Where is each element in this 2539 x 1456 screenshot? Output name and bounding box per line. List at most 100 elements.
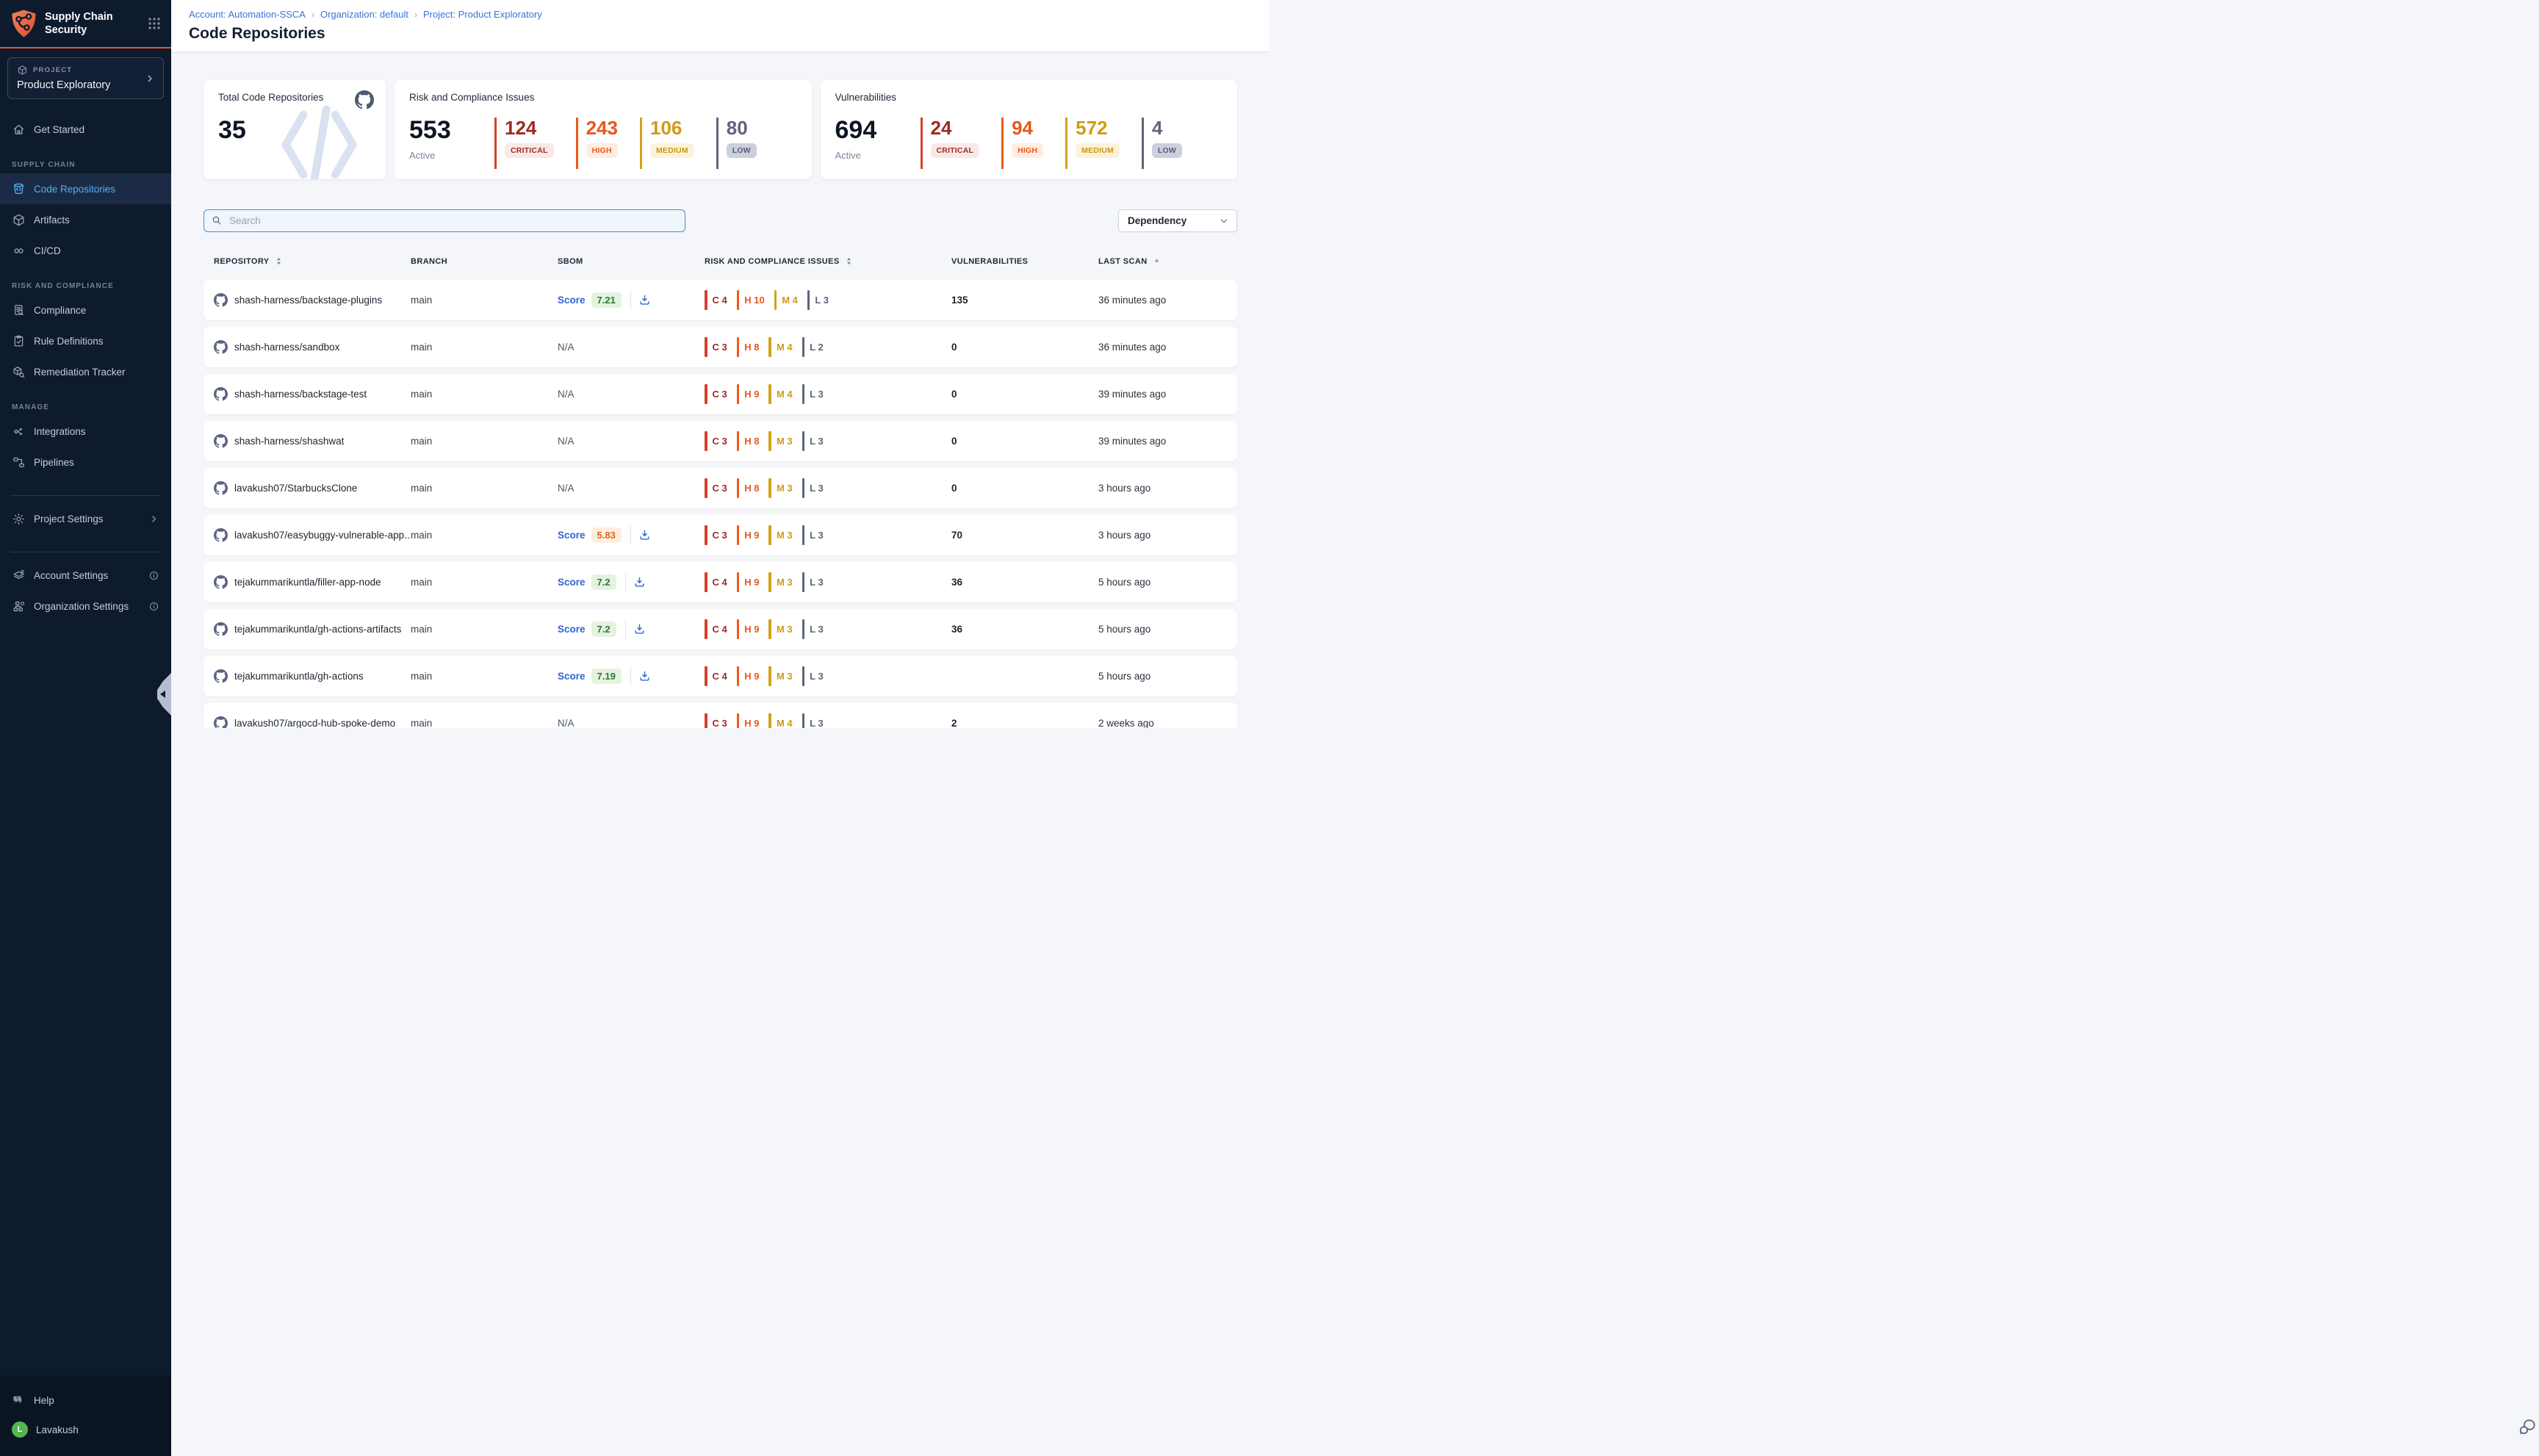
severity-bar [737,384,740,404]
sbom-na: N/A [558,342,575,353]
column-header-vulnerabilities: VULNERABILITIES [951,257,1098,266]
download-sbom-icon[interactable] [633,623,646,635]
repository-cell[interactable]: lavakush07/StarbucksClone [214,481,411,495]
severity-badge: HIGH [586,143,618,158]
score-label: Score [558,577,586,588]
score-label: Score [558,671,586,682]
severity-bar [737,290,740,310]
app-title: Supply Chain Security [45,10,140,37]
sidebar-item-organization-settings[interactable]: Organization Settings [0,591,171,621]
help-chat-icon: ? [12,1394,26,1408]
table-row[interactable]: tejakummarikuntla/gh-actionsmainScore7.1… [204,656,1237,696]
last-scan-cell: 36 minutes ago [1098,295,1227,306]
page-header: Account: Automation-SSCA › Organization:… [171,0,1270,52]
repository-cell[interactable]: lavakush07/easybuggy-vulnerable-app... [214,528,411,542]
sort-ascending-icon[interactable] [1152,256,1162,266]
sidebar-item-project-settings[interactable]: Project Settings [0,503,171,534]
breadcrumb-project[interactable]: Project: Product Exploratory [423,9,542,20]
repository-cell[interactable]: lavakush07/argocd-hub-spoke-demo [214,716,411,728]
column-header-repository[interactable]: REPOSITORY [214,256,411,266]
sbom-score[interactable]: Score7.2 [558,621,616,637]
sbom-cell: N/A [558,436,705,447]
table-row[interactable]: lavakush07/easybuggy-vulnerable-app...ma… [204,515,1237,555]
severity-badge: HIGH [1012,143,1043,158]
info-icon[interactable] [148,601,159,612]
project-selector[interactable]: PROJECT Product Exploratory [7,57,164,99]
severity-bar [802,478,805,498]
column-header-risk-issues[interactable]: RISK AND COMPLIANCE ISSUES [705,256,951,266]
table-row[interactable]: lavakush07/StarbucksClonemainN/AC 3H 8M … [204,468,1237,508]
sidebar-item-help[interactable]: ? Help [12,1385,159,1415]
sidebar-item-get-started[interactable]: Get Started [0,114,171,145]
chevron-down-icon [1219,216,1229,226]
sidebar-item-cicd[interactable]: CI/CD [0,235,171,266]
download-sbom-icon[interactable] [638,670,651,682]
severity-badge: MEDIUM [650,143,694,158]
sidebar-item-artifacts[interactable]: Artifacts [0,204,171,235]
sidebar-item-code-repositories[interactable]: Code Repositories [0,173,171,204]
sbom-na: N/A [558,718,575,728]
repository-cell[interactable]: shash-harness/shashwat [214,434,411,448]
table-row[interactable]: shash-harness/shashwatmainN/AC 3H 8M 3L … [204,421,1237,461]
repository-cell[interactable]: tejakummarikuntla/gh-actions-artifacts [214,622,411,636]
table-row[interactable]: shash-harness/sandboxmainN/AC 3H 8M 4L 2… [204,327,1237,367]
sidebar-item-pipelines[interactable]: Pipelines [0,447,171,477]
repository-cell[interactable]: shash-harness/backstage-plugins [214,293,411,307]
table-row[interactable]: lavakush07/argocd-hub-spoke-demomainN/AC… [204,703,1237,728]
sbom-score[interactable]: Score7.21 [558,292,622,308]
info-icon[interactable] [148,570,159,581]
severity-chip-m: M 4 [774,290,798,310]
user-name: Lavakush [36,1424,79,1435]
repository-cell[interactable]: shash-harness/sandbox [214,340,411,354]
severity-bar [807,290,810,310]
severity-chip-h: H 8 [737,431,760,451]
app-switcher-grid-icon[interactable] [148,17,161,30]
app-logo-shield-icon [10,9,37,38]
download-sbom-icon[interactable] [633,576,646,588]
sidebar-item-remediation-tracker[interactable]: Remediation Tracker [0,356,171,387]
sidebar: Supply Chain Security PROJECT Product Ex… [0,0,171,1456]
severity-bar [802,619,805,639]
risk-issues-cell: C 3H 9M 4L 3 [705,384,951,404]
risk-severity-chips: C 3H 9M 4L 3 [705,384,824,404]
project-box-icon [17,65,28,76]
table-row[interactable]: tejakummarikuntla/filler-app-nodemainSco… [204,562,1237,602]
sbom-score[interactable]: Score7.19 [558,668,622,684]
stats-cards: Total Code Repositories 35 Risk and Comp… [204,80,1237,179]
severity-chip-l: L 3 [802,384,824,404]
repository-cell[interactable]: shash-harness/backstage-test [214,387,411,401]
repository-cell[interactable]: tejakummarikuntla/filler-app-node [214,575,411,589]
sidebar-item-rule-definitions[interactable]: Rule Definitions [0,325,171,356]
table-row[interactable]: shash-harness/backstage-testmainN/AC 3H … [204,374,1237,414]
download-sbom-icon[interactable] [638,529,651,541]
table-row[interactable]: shash-harness/backstage-pluginsmainScore… [204,280,1237,320]
repository-name: shash-harness/backstage-plugins [234,295,382,306]
total-repos-card: Total Code Repositories 35 [204,80,386,179]
search-input[interactable] [204,209,685,232]
severity-chip-c: C 3 [705,478,727,498]
sidebar-item-compliance[interactable]: Compliance [0,295,171,325]
column-header-last-scan[interactable]: LAST SCAN [1098,256,1227,266]
sbom-score[interactable]: Score7.2 [558,574,616,590]
sort-icon[interactable] [274,256,284,266]
dependency-filter-dropdown[interactable]: Dependency [1118,209,1237,232]
sbom-score[interactable]: Score5.83 [558,527,622,543]
account-settings-icon [12,569,26,583]
sidebar-nav: Get Started SUPPLY CHAIN Code Repositori… [0,114,171,621]
repository-cell[interactable]: tejakummarikuntla/gh-actions [214,669,411,683]
github-icon [214,622,228,636]
code-repository-icon [12,182,26,196]
severity-chip-l: L 3 [802,572,824,592]
breadcrumb-organization[interactable]: Organization: default [320,9,408,20]
download-sbom-icon[interactable] [638,294,651,306]
sidebar-item-integrations[interactable]: Integrations [0,416,171,447]
sort-icon[interactable] [844,256,854,266]
sidebar-collapse-handle[interactable] [157,673,171,716]
severity-badge: LOW [727,143,757,158]
breadcrumb-account[interactable]: Account: Automation-SSCA [189,9,306,20]
severity-chip-h: H 8 [737,337,760,357]
user-menu[interactable]: L Lavakush [12,1415,159,1444]
sidebar-item-account-settings[interactable]: Account Settings [0,560,171,591]
table-row[interactable]: tejakummarikuntla/gh-actions-artifactsma… [204,609,1237,649]
severity-chip-c: C 3 [705,337,727,357]
